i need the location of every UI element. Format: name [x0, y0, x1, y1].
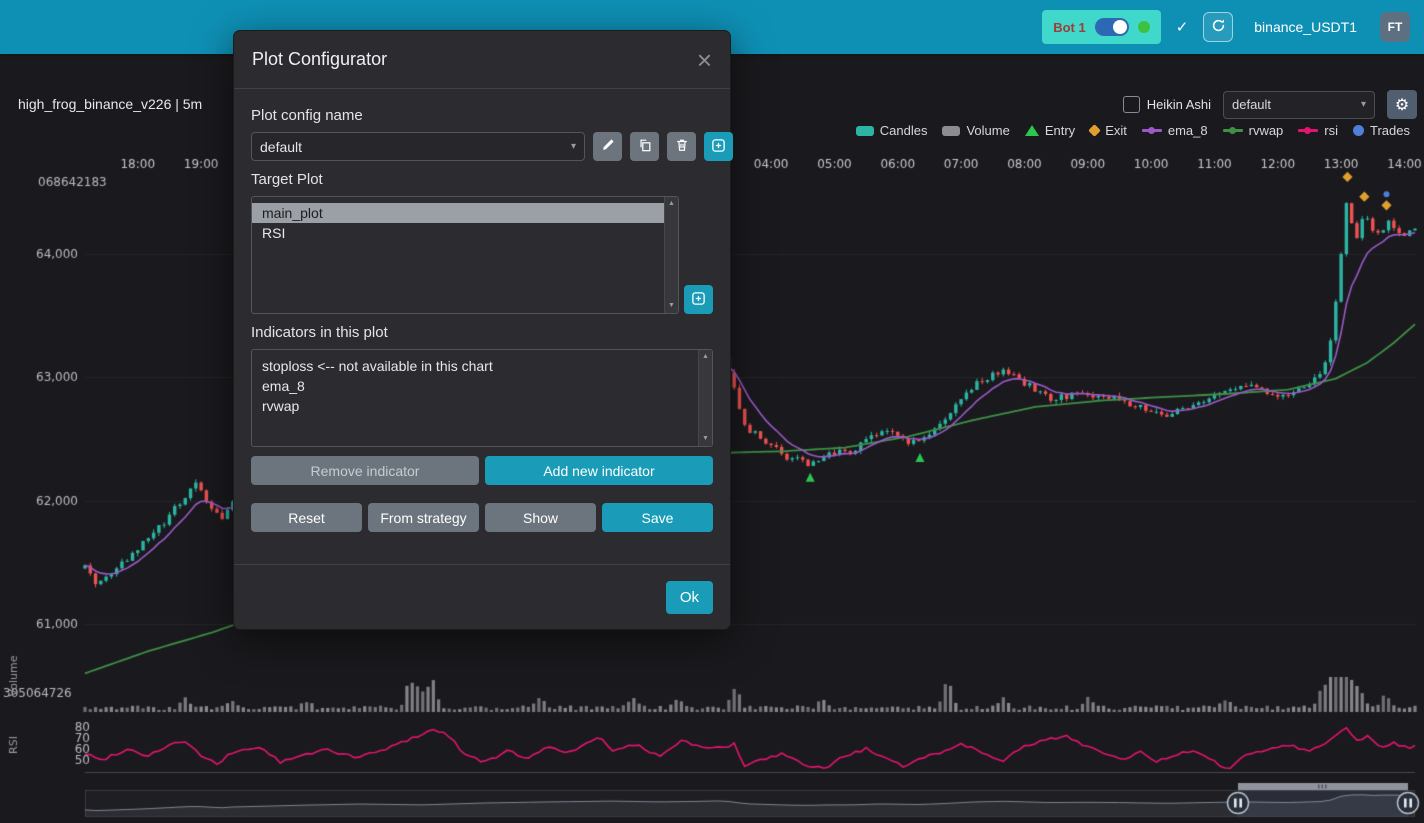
legend-label: ema_8	[1168, 123, 1208, 138]
add-subplot-button[interactable]	[684, 285, 713, 314]
check-icon: ✓	[1176, 18, 1189, 36]
bot-name-label: Bot 1	[1053, 20, 1086, 35]
modal-close-button[interactable]: ×	[697, 47, 712, 73]
legend-item-trades[interactable]: Trades	[1353, 123, 1410, 138]
plot-config-select-value: default	[1232, 97, 1271, 112]
heikin-ashi-label: Heikin Ashi	[1147, 97, 1211, 112]
scroll-up-icon[interactable]: ▲	[702, 350, 709, 364]
candles-marker-icon	[856, 126, 874, 136]
legend-item-candles[interactable]: Candles	[856, 123, 928, 138]
target-plot-list[interactable]: main_plotRSI ▲ ▼	[251, 196, 679, 314]
scroll-down-icon[interactable]: ▼	[668, 299, 675, 313]
indicator-item[interactable]: ema_8	[252, 376, 698, 396]
indicator-item[interactable]: stoploss <-- not available in this chart	[252, 356, 698, 376]
config-buttons-row: Reset From strategy Show Save	[251, 503, 713, 532]
ok-button[interactable]: Ok	[666, 581, 713, 614]
gear-icon: ⚙	[1395, 95, 1409, 115]
plot-config-name-label: Plot config name	[251, 107, 713, 124]
target-plot-item[interactable]: main_plot	[252, 203, 664, 223]
plot-configurator-button[interactable]: ⚙	[1387, 90, 1417, 119]
show-button[interactable]: Show	[485, 503, 596, 532]
heikin-ashi-checkbox[interactable]	[1123, 96, 1140, 113]
pair-label: binance_USDT1	[1254, 19, 1357, 35]
legend-label: Trades	[1370, 123, 1410, 138]
config-name-value: default	[260, 139, 302, 155]
ema_8-dot-icon	[1148, 127, 1155, 134]
volume-marker-icon	[942, 126, 960, 136]
bot-selector-chip[interactable]: Bot 1	[1042, 10, 1161, 44]
indicator-buttons-row: Remove indicator Add new indicator	[251, 456, 713, 485]
refresh-icon	[1211, 18, 1226, 36]
chevron-down-icon: ▾	[1361, 99, 1366, 110]
ema_8-line-icon	[1142, 129, 1162, 132]
pencil-icon	[601, 138, 615, 155]
copy-icon	[638, 138, 652, 155]
legend-label: Candles	[880, 123, 928, 138]
delete-config-button[interactable]	[667, 132, 696, 161]
bot-toggle[interactable]	[1095, 18, 1129, 36]
rename-config-button[interactable]	[593, 132, 622, 161]
indicator-list[interactable]: stoploss <-- not available in this chart…	[251, 349, 713, 447]
legend-item-rvwap[interactable]: rvwap	[1223, 123, 1284, 138]
save-button[interactable]: Save	[602, 503, 713, 532]
app-root: Bot 1 ✓ binance_USDT1 FT high_frog_binan…	[0, 0, 1424, 823]
target-plot-item[interactable]: RSI	[252, 223, 664, 243]
plus-square-icon	[691, 291, 706, 309]
legend-label: Volume	[966, 123, 1009, 138]
scroll-up-icon[interactable]: ▲	[668, 197, 675, 211]
legend-item-exit[interactable]: Exit	[1090, 123, 1127, 138]
modal-body: Plot config name default ▾ Target Plot m…	[234, 89, 730, 532]
avatar-initials: FT	[1388, 20, 1403, 34]
add-config-button[interactable]	[704, 132, 733, 161]
indicator-item[interactable]: rvwap	[252, 396, 698, 416]
bot-online-dot	[1138, 21, 1150, 33]
target-plot-row: main_plotRSI ▲ ▼	[251, 196, 713, 314]
legend-item-entry[interactable]: Entry	[1025, 123, 1075, 138]
scrollbar[interactable]: ▲ ▼	[698, 350, 712, 446]
refresh-button[interactable]	[1203, 12, 1233, 42]
legend-item-rsi[interactable]: rsi	[1298, 123, 1338, 138]
indicators-label: Indicators in this plot	[251, 324, 713, 341]
chart-title: high_frog_binance_v226 | 5m	[18, 96, 202, 112]
chevron-down-icon: ▾	[571, 141, 576, 152]
duplicate-config-button[interactable]	[630, 132, 659, 161]
legend-item-volume[interactable]: Volume	[942, 123, 1009, 138]
scrollbar[interactable]: ▲ ▼	[664, 197, 678, 313]
add-new-indicator-button[interactable]: Add new indicator	[485, 456, 713, 485]
plot-configurator-modal: Plot Configurator × Plot config name def…	[233, 30, 731, 630]
trades-circle-icon	[1353, 125, 1364, 136]
legend-label: Entry	[1045, 123, 1075, 138]
config-name-row: default ▾	[251, 132, 713, 161]
reset-button[interactable]: Reset	[251, 503, 362, 532]
legend-item-ema_8[interactable]: ema_8	[1142, 123, 1208, 138]
legend-label: Exit	[1105, 123, 1127, 138]
entry-triangle-icon	[1025, 125, 1039, 136]
remove-indicator-button[interactable]: Remove indicator	[251, 456, 479, 485]
toggle-knob	[1113, 20, 1127, 34]
scroll-down-icon[interactable]: ▼	[702, 432, 709, 446]
plot-config-select[interactable]: default ▾	[1223, 91, 1375, 119]
rvwap-dot-icon	[1229, 127, 1236, 134]
from-strategy-button[interactable]: From strategy	[368, 503, 479, 532]
chart-controls: Heikin Ashi default ▾ ⚙	[1123, 90, 1417, 119]
exit-diamond-icon	[1088, 124, 1101, 137]
plus-square-icon	[711, 138, 726, 156]
modal-footer: Ok	[234, 564, 730, 629]
legend-label: rsi	[1324, 123, 1338, 138]
heikin-ashi-control[interactable]: Heikin Ashi	[1123, 96, 1211, 113]
chart-legend: Candles Volume Entry Exit ema_8 rvwap rsi Trade…	[856, 123, 1410, 138]
modal-header: Plot Configurator ×	[234, 31, 730, 89]
rvwap-line-icon	[1223, 129, 1243, 132]
rsi-dot-icon	[1304, 127, 1311, 134]
user-avatar[interactable]: FT	[1380, 12, 1410, 42]
config-name-select[interactable]: default ▾	[251, 132, 585, 161]
legend-label: rvwap	[1249, 123, 1284, 138]
trash-icon	[675, 138, 689, 155]
target-plot-label: Target Plot	[251, 171, 713, 188]
add-subplot-column	[684, 196, 713, 314]
modal-title: Plot Configurator	[252, 49, 387, 70]
rsi-line-icon	[1298, 129, 1318, 132]
